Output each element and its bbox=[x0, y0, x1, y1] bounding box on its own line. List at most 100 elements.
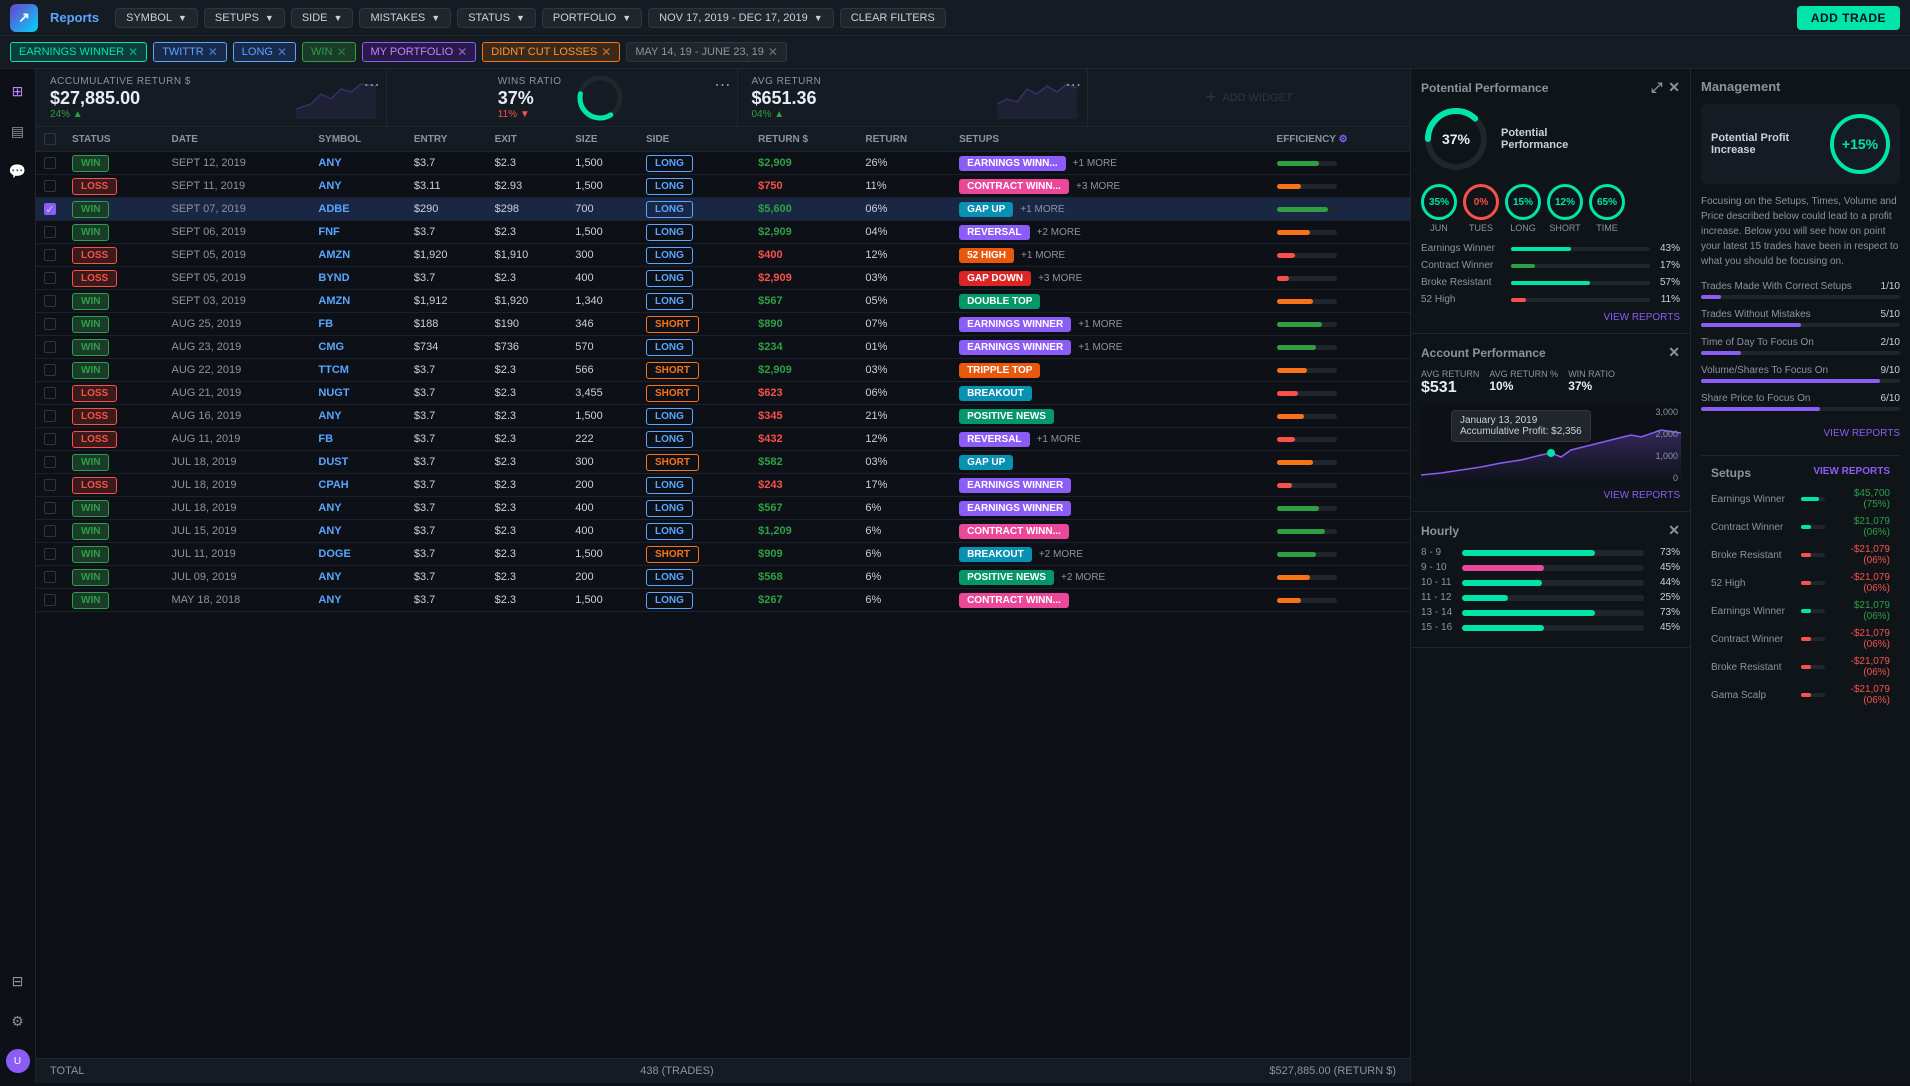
row-symbol[interactable]: NUGT bbox=[310, 382, 406, 405]
more-setups[interactable]: +3 MORE bbox=[1038, 273, 1082, 284]
row-checkbox[interactable] bbox=[44, 295, 56, 307]
potential-perf-expand[interactable]: ⤢ bbox=[1651, 79, 1662, 96]
potential-perf-close[interactable]: ✕ bbox=[1668, 79, 1680, 96]
row-symbol[interactable]: FNF bbox=[310, 221, 406, 244]
date-range-btn[interactable]: NOV 17, 2019 - DEC 17, 2019 ▼ bbox=[648, 8, 834, 28]
remove-filter-earnings-winner[interactable]: ✕ bbox=[128, 45, 138, 59]
trade-table-container[interactable]: STATUS DATE SYMBOL ENTRY EXIT SIZE SIDE … bbox=[36, 127, 1410, 1058]
setup-tag[interactable]: 52 HIGH bbox=[959, 248, 1014, 263]
row-checkbox[interactable] bbox=[44, 548, 56, 560]
setup-tag[interactable]: GAP UP bbox=[959, 455, 1013, 470]
row-setup[interactable]: CONTRACT WINN... +3 MORE bbox=[951, 175, 1242, 198]
table-row[interactable]: LOSS SEPT 11, 2019 ANY $3.11 $2.93 1,500… bbox=[36, 175, 1410, 198]
setups-filter-btn[interactable]: SETUPS ▼ bbox=[204, 8, 285, 28]
acc-return-menu[interactable]: ⋯ bbox=[364, 75, 380, 95]
select-all-checkbox[interactable] bbox=[44, 133, 56, 145]
row-checkbox[interactable] bbox=[44, 157, 56, 169]
avg-return-menu[interactable]: ⋯ bbox=[1065, 75, 1081, 95]
table-row[interactable]: WIN MAY 18, 2018 ANY $3.7 $2.3 1,500 LON… bbox=[36, 589, 1410, 612]
sidebar-user-icon[interactable]: U bbox=[6, 1049, 30, 1073]
row-checkbox[interactable] bbox=[44, 226, 56, 238]
row-symbol[interactable]: ANY bbox=[310, 152, 406, 175]
wins-ratio-menu[interactable]: ⋯ bbox=[715, 75, 731, 95]
account-perf-close[interactable]: ✕ bbox=[1668, 344, 1680, 361]
row-symbol[interactable]: AMZN bbox=[310, 290, 406, 313]
row-symbol[interactable]: CPAH bbox=[310, 474, 406, 497]
clear-filters-btn[interactable]: CLEAR FILTERS bbox=[840, 8, 946, 28]
symbol-filter-btn[interactable]: SYMBOL ▼ bbox=[115, 8, 198, 28]
table-row[interactable]: WIN JUL 15, 2019 ANY $3.7 $2.3 400 LONG … bbox=[36, 520, 1410, 543]
filter-tag-earnings-winner[interactable]: EARNINGS WINNER ✕ bbox=[10, 42, 147, 62]
table-row[interactable]: ✓ WIN SEPT 07, 2019 ADBE $290 $298 700 L… bbox=[36, 198, 1410, 221]
more-setups[interactable]: +2 MORE bbox=[1061, 572, 1105, 583]
account-perf-view-reports[interactable]: VIEW REPORTS bbox=[1604, 490, 1681, 501]
row-symbol[interactable]: ANY bbox=[310, 497, 406, 520]
filter-tag-long[interactable]: LONG ✕ bbox=[233, 42, 296, 62]
setup-tag[interactable]: REVERSAL bbox=[959, 225, 1029, 240]
table-row[interactable]: WIN JUL 18, 2019 ANY $3.7 $2.3 400 LONG … bbox=[36, 497, 1410, 520]
row-symbol[interactable]: ANY bbox=[310, 175, 406, 198]
row-setup[interactable]: CONTRACT WINN... bbox=[951, 589, 1242, 612]
remove-filter-losses[interactable]: ✕ bbox=[601, 45, 611, 59]
filter-tag-portfolio[interactable]: MY PORTFOLIO ✕ bbox=[362, 42, 477, 62]
sidebar-settings-icon[interactable]: ⚙ bbox=[6, 1009, 30, 1033]
row-symbol[interactable]: CMG bbox=[310, 336, 406, 359]
row-checkbox[interactable] bbox=[44, 272, 56, 284]
row-setup[interactable]: EARNINGS WINNER bbox=[951, 474, 1242, 497]
filter-tag-win[interactable]: WIN ✕ bbox=[302, 42, 355, 62]
more-setups[interactable]: +1 MORE bbox=[1078, 342, 1122, 353]
table-row[interactable]: LOSS AUG 21, 2019 NUGT $3.7 $2.3 3,455 S… bbox=[36, 382, 1410, 405]
logo-icon[interactable]: ↗ bbox=[10, 4, 38, 32]
status-filter-btn[interactable]: STATUS ▼ bbox=[457, 8, 536, 28]
row-symbol[interactable]: AMZN bbox=[310, 244, 406, 267]
more-setups[interactable]: +3 MORE bbox=[1076, 181, 1120, 192]
table-row[interactable]: WIN JUL 18, 2019 DUST $3.7 $2.3 300 SHOR… bbox=[36, 451, 1410, 474]
setup-tag[interactable]: CONTRACT WINN... bbox=[959, 524, 1069, 539]
table-row[interactable]: WIN AUG 25, 2019 FB $188 $190 346 SHORT … bbox=[36, 313, 1410, 336]
filter-tag-twittr[interactable]: TWITTR ✕ bbox=[153, 42, 227, 62]
row-setup[interactable]: EARNINGS WINNER +1 MORE bbox=[951, 313, 1242, 336]
row-symbol[interactable]: ANY bbox=[310, 566, 406, 589]
setup-tag[interactable]: CONTRACT WINN... bbox=[959, 593, 1069, 608]
setup-tag[interactable]: BREAKOUT bbox=[959, 386, 1032, 401]
row-checkbox[interactable] bbox=[44, 502, 56, 514]
row-setup[interactable]: GAP DOWN +3 MORE bbox=[951, 267, 1242, 290]
setup-tag[interactable]: EARNINGS WINN... bbox=[959, 156, 1066, 171]
sidebar-grid-icon[interactable]: ⊟ bbox=[6, 969, 30, 993]
side-filter-btn[interactable]: SIDE ▼ bbox=[291, 8, 354, 28]
filter-tag-losses[interactable]: DIDNT CUT LOSSES ✕ bbox=[482, 42, 620, 62]
add-trade-button[interactable]: ADD TRADE bbox=[1797, 6, 1900, 30]
row-symbol[interactable]: DUST bbox=[310, 451, 406, 474]
row-symbol[interactable]: ANY bbox=[310, 405, 406, 428]
remove-filter-win[interactable]: ✕ bbox=[336, 45, 346, 59]
more-setups[interactable]: +1 MORE bbox=[1073, 158, 1117, 169]
row-setup[interactable]: POSITIVE NEWS +2 MORE bbox=[951, 566, 1242, 589]
more-setups[interactable]: +2 MORE bbox=[1037, 227, 1081, 238]
row-checkbox[interactable] bbox=[44, 525, 56, 537]
row-checkbox[interactable] bbox=[44, 571, 56, 583]
row-setup[interactable]: EARNINGS WINNER +1 MORE bbox=[951, 336, 1242, 359]
sidebar-home-icon[interactable]: ⊞ bbox=[6, 79, 30, 103]
row-checkbox[interactable] bbox=[44, 594, 56, 606]
mistakes-filter-btn[interactable]: MISTAKES ▼ bbox=[359, 8, 451, 28]
row-symbol[interactable]: DOGE bbox=[310, 543, 406, 566]
setup-tag[interactable]: GAP DOWN bbox=[959, 271, 1031, 286]
table-row[interactable]: LOSS JUL 18, 2019 CPAH $3.7 $2.3 200 LON… bbox=[36, 474, 1410, 497]
row-setup[interactable]: GAP UP +1 MORE bbox=[951, 198, 1242, 221]
more-setups[interactable]: +1 MORE bbox=[1078, 319, 1122, 330]
table-row[interactable]: LOSS AUG 16, 2019 ANY $3.7 $2.3 1,500 LO… bbox=[36, 405, 1410, 428]
management-view-reports[interactable]: VIEW REPORTS bbox=[1824, 428, 1901, 439]
setup-tag[interactable]: POSITIVE NEWS bbox=[959, 409, 1054, 424]
row-checkbox[interactable] bbox=[44, 318, 56, 330]
add-widget-card[interactable]: + ADD WIDGET bbox=[1088, 69, 1410, 126]
remove-filter-long[interactable]: ✕ bbox=[277, 45, 287, 59]
setup-tag[interactable]: CONTRACT WINN... bbox=[959, 179, 1069, 194]
more-setups[interactable]: +1 MORE bbox=[1021, 250, 1065, 261]
row-setup[interactable]: 52 HIGH +1 MORE bbox=[951, 244, 1242, 267]
more-setups[interactable]: +1 MORE bbox=[1037, 434, 1081, 445]
row-setup[interactable]: DOUBLE TOP bbox=[951, 290, 1242, 313]
row-symbol[interactable]: BYND bbox=[310, 267, 406, 290]
setup-tag[interactable]: POSITIVE NEWS bbox=[959, 570, 1054, 585]
setup-tag[interactable]: DOUBLE TOP bbox=[959, 294, 1040, 309]
sidebar-chart-icon[interactable]: ▤ bbox=[6, 119, 30, 143]
